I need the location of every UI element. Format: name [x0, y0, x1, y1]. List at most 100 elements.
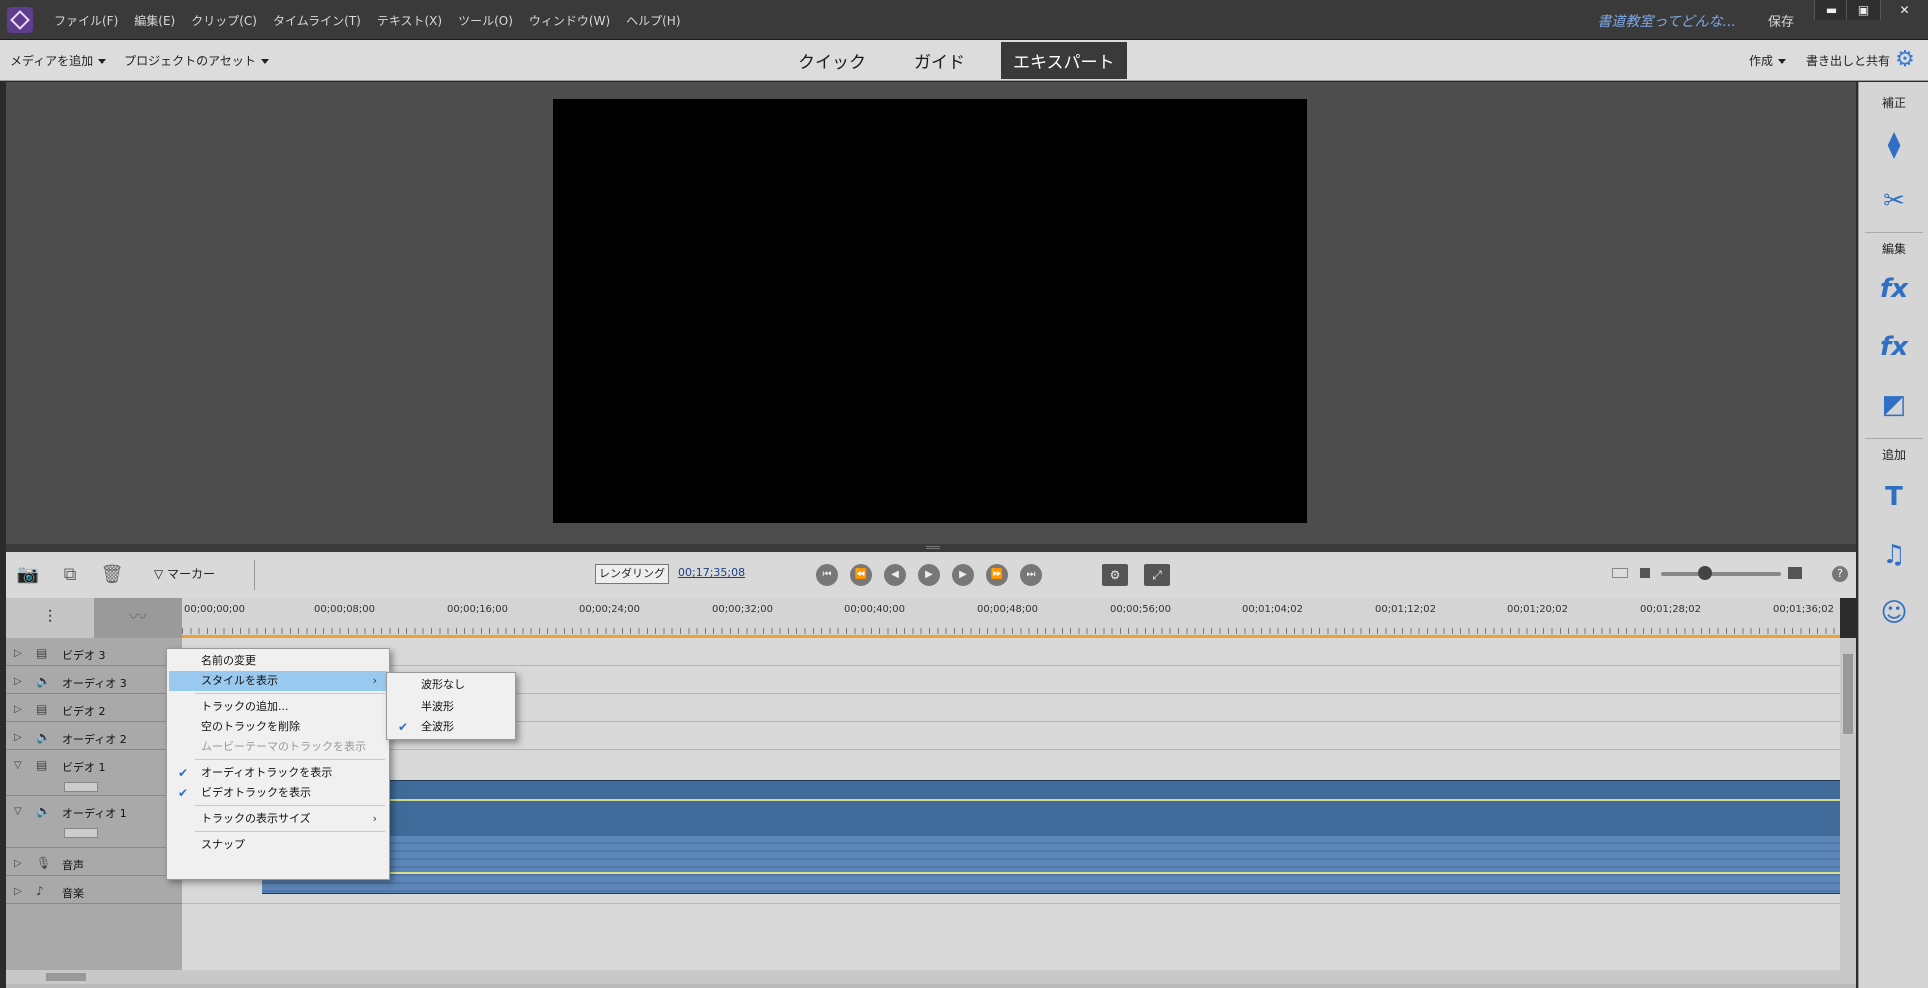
audio-clip[interactable]	[262, 836, 1840, 894]
transitions-icon[interactable]: ◩	[1877, 388, 1911, 422]
step-back-icon[interactable]: ◀	[884, 564, 906, 586]
effect-controls-icon[interactable]: fx	[1877, 272, 1911, 306]
help-icon[interactable]: ?	[1832, 566, 1848, 582]
minimize-window-icon[interactable]: ▬	[1814, 0, 1848, 20]
tools-icon[interactable]: ✂	[1877, 184, 1911, 218]
opacity-line[interactable]	[262, 799, 1840, 801]
track-header-video3[interactable]: ▷ ▤ ビデオ 3	[6, 638, 182, 666]
track-header-audio3[interactable]: ▷ 🔈 オーディオ 3	[6, 666, 182, 694]
audio-waveform-tool-icon[interactable]: 〰	[94, 598, 182, 638]
keyframe-nav[interactable]	[64, 782, 98, 792]
tab-expert[interactable]: エキスパート	[1001, 41, 1127, 79]
track-header-video1[interactable]: ▽ ▤ ビデオ 1	[6, 750, 182, 796]
menu-window[interactable]: ウィンドウ(W)	[521, 12, 618, 29]
gear-icon[interactable]: ⚙	[1894, 49, 1916, 71]
zoom-in-icon[interactable]	[1788, 567, 1802, 579]
fullscreen-icon[interactable]: ⤢	[1144, 564, 1170, 586]
add-media-button[interactable]: メディアを追加	[10, 52, 107, 69]
monitor-settings-icon[interactable]: ⚙	[1102, 564, 1128, 586]
create-button[interactable]: 作成	[1749, 52, 1786, 69]
export-share-button[interactable]: 書き出しと共有	[1806, 52, 1890, 69]
track-header-narration[interactable]: ▷ 🎙 音声	[6, 848, 182, 876]
render-button[interactable]: レンダリング	[595, 564, 669, 584]
track-row[interactable]	[182, 638, 1840, 666]
go-to-start-icon[interactable]: ⏮	[816, 564, 838, 586]
camera-icon[interactable]: 📷	[16, 564, 40, 586]
trash-icon[interactable]: 🗑	[100, 564, 124, 586]
graphics-smiley-icon[interactable]: ☺	[1877, 596, 1911, 630]
scrollbar-thumb[interactable]	[46, 973, 86, 981]
menu-item-rename[interactable]: 名前の変更	[169, 651, 387, 671]
menu-item-snap[interactable]: スナップ	[169, 835, 387, 855]
keyframe-nav[interactable]	[64, 828, 98, 838]
menu-text[interactable]: テキスト(X)	[369, 12, 450, 29]
expand-triangle-icon[interactable]: ▷	[14, 676, 22, 687]
menu-item-show-audio-tracks[interactable]: ✔ オーディオトラックを表示	[169, 763, 387, 783]
film-icon: ▤	[36, 758, 48, 772]
track-header-audio2[interactable]: ▷ 🔈 オーディオ 2	[6, 722, 182, 750]
expand-triangle-icon[interactable]: ▷	[14, 858, 22, 869]
monitor-screen[interactable]	[553, 99, 1307, 523]
menu-item-delete-empty-tracks[interactable]: 空のトラックを削除	[169, 717, 387, 737]
volume-line[interactable]	[262, 872, 1840, 874]
adjustments-sliders-icon[interactable]: ⧫	[1877, 128, 1911, 162]
go-to-end-icon[interactable]: ⏭	[1020, 564, 1042, 586]
speaker-icon: 🔈	[36, 730, 51, 744]
scrollbar-thumb[interactable]	[1843, 654, 1853, 734]
menu-item-label: トラックの表示サイズ	[201, 812, 311, 825]
menu-edit[interactable]: 編集(E)	[126, 12, 183, 29]
expand-triangle-icon[interactable]: ▷	[14, 732, 22, 743]
track-header-audio1[interactable]: ▽ 🔈 オーディオ 1	[6, 796, 182, 848]
marker-button[interactable]: ▽ マーカー	[154, 565, 215, 582]
play-icon[interactable]: ▶	[918, 564, 940, 586]
project-assets-button[interactable]: プロジェクトのアセット	[124, 52, 269, 69]
menu-item-half-waveform[interactable]: 半波形	[389, 697, 513, 717]
zoom-slider[interactable]	[1661, 572, 1781, 576]
timeline-ruler[interactable]: 00;00;00;00 00;00;08;00 00;00;16;00 00;0…	[182, 598, 1840, 638]
collapse-triangle-icon[interactable]: ▽	[14, 760, 22, 771]
menu-file[interactable]: ファイル(F)	[46, 12, 126, 29]
save-button[interactable]: 保存	[1768, 11, 1794, 30]
menu-item-track-size[interactable]: トラックの表示サイズ ›	[169, 809, 387, 829]
menu-item-add-tracks[interactable]: トラックの追加...	[169, 697, 387, 717]
expand-triangle-icon[interactable]: ▷	[14, 648, 22, 659]
menu-item-label: トラックの追加...	[201, 700, 289, 713]
music-note-icon[interactable]: ♫	[1877, 538, 1911, 572]
menu-item-show-video-tracks[interactable]: ✔ ビデオトラックを表示	[169, 783, 387, 803]
collapse-triangle-icon[interactable]: ▽	[14, 806, 22, 817]
zoom-out-icon[interactable]	[1640, 568, 1650, 578]
zoom-slider-thumb[interactable]	[1698, 566, 1712, 580]
expand-triangle-icon[interactable]: ▷	[14, 886, 22, 897]
mini-timeline-icon[interactable]	[1612, 568, 1628, 578]
panel-resize-handle[interactable]	[6, 544, 1856, 552]
track-header-video2[interactable]: ▷ ▤ ビデオ 2	[6, 694, 182, 722]
step-forward-icon[interactable]: ▶	[952, 564, 974, 586]
menu-timeline[interactable]: タイムライン(T)	[265, 12, 369, 29]
effects-icon[interactable]: fx	[1877, 330, 1911, 364]
menu-tools[interactable]: ツール(O)	[450, 12, 521, 29]
close-window-icon[interactable]: ✕	[1880, 0, 1928, 20]
menu-item-label: 波形なし	[421, 678, 465, 691]
next-edit-icon[interactable]: ⏩	[986, 564, 1008, 586]
track-select-tool-icon[interactable]: ⫶	[6, 598, 94, 638]
marker-label: マーカー	[167, 567, 216, 581]
menu-clip[interactable]: クリップ(C)	[183, 12, 265, 29]
menu-item-no-waveform[interactable]: 波形なし	[389, 675, 513, 695]
menu-help[interactable]: ヘルプ(H)	[618, 12, 688, 29]
horizontal-scrollbar[interactable]	[6, 970, 1856, 984]
preview-monitor	[6, 82, 1856, 544]
app-logo-icon[interactable]	[7, 7, 33, 33]
resize-icon[interactable]: ⧉	[58, 564, 82, 586]
expand-triangle-icon[interactable]: ▷	[14, 704, 22, 715]
current-timecode[interactable]: 00;17;35;08	[678, 566, 745, 579]
maximize-window-icon[interactable]: ▣	[1846, 0, 1880, 20]
video-clip[interactable]	[262, 780, 1840, 836]
track-header-music[interactable]: ▷ ♪ 音楽	[6, 876, 182, 904]
previous-edit-icon[interactable]: ⏪	[850, 564, 872, 586]
menu-item-full-waveform[interactable]: ✔ 全波形	[389, 717, 513, 737]
vertical-scrollbar[interactable]	[1840, 638, 1856, 970]
tab-quick[interactable]: クイック	[786, 42, 878, 79]
menu-item-show-style[interactable]: スタイルを表示 ›	[169, 671, 387, 691]
tab-guided[interactable]: ガイド	[902, 42, 977, 79]
titles-text-icon[interactable]: T	[1877, 480, 1911, 514]
